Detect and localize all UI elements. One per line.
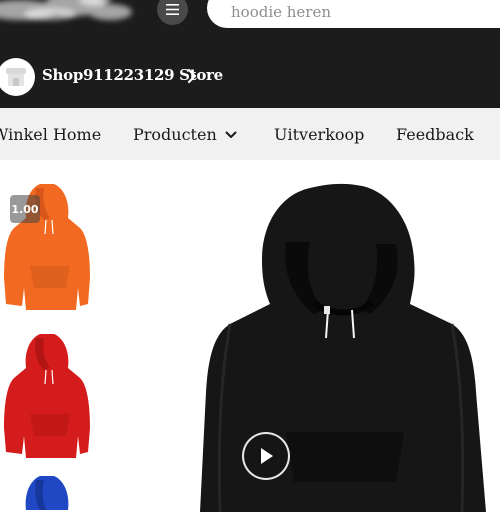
nav-item-products-label: Producten	[133, 125, 217, 144]
thumbnail-blue-hoodie[interactable]	[0, 470, 100, 510]
play-video-button[interactable]	[242, 432, 290, 480]
main-product-image[interactable]	[190, 182, 500, 512]
nav-item-sale[interactable]: Uitverkoop	[274, 125, 364, 144]
store-avatar[interactable]	[0, 58, 35, 96]
store-header: Shop911223129 Store	[0, 0, 500, 108]
search-bar[interactable]	[207, 0, 500, 28]
play-icon	[261, 448, 273, 464]
search-input[interactable]	[231, 0, 491, 24]
nav-item-products[interactable]: Producten	[133, 125, 237, 144]
store-logo-banner	[0, 0, 132, 20]
nav-item-feedback[interactable]: Feedback	[396, 125, 474, 144]
thumbnail-red-hoodie[interactable]	[0, 328, 100, 462]
hamburger-menu-icon	[166, 4, 179, 15]
chevron-down-icon	[225, 131, 237, 138]
store-nav: Winkel Home Producten Uitverkoop Feedbac…	[0, 108, 500, 160]
chevron-right-icon[interactable]	[187, 68, 197, 84]
menu-button[interactable]	[157, 0, 188, 25]
nav-item-home[interactable]: Winkel Home	[0, 125, 101, 144]
price-badge: 1.00	[10, 195, 40, 223]
storefront-icon	[6, 68, 26, 86]
